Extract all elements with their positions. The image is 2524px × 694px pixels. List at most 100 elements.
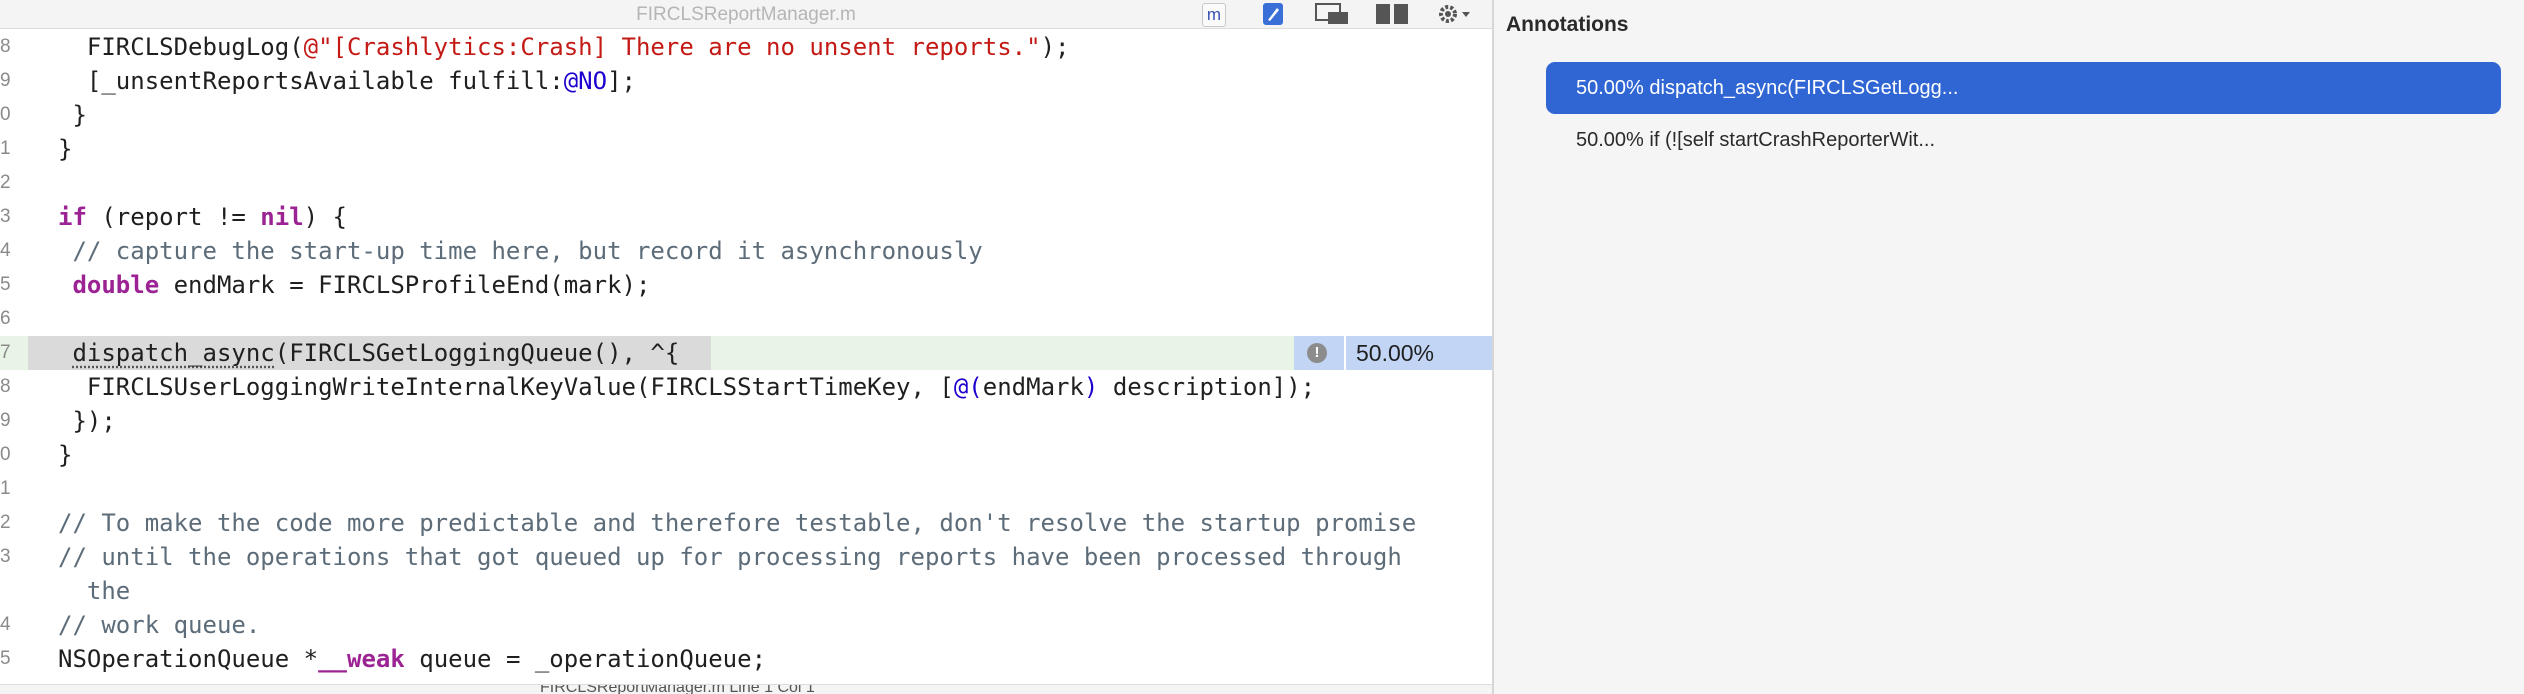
- line-number: 1: [0, 138, 11, 159]
- code-line[interactable]: 5 double endMark = FIRCLSProfileEnd(mark…: [0, 268, 1492, 302]
- line-number: 1: [0, 478, 11, 499]
- code-text: if (report != nil) {: [58, 200, 347, 234]
- line-number: 0: [0, 104, 11, 125]
- pip-window-icon[interactable]: [1314, 2, 1350, 26]
- code-token: // work queue.: [58, 611, 261, 639]
- code-token: ];: [607, 67, 636, 95]
- code-token: endMark = FIRCLSProfileEnd(mark);: [159, 271, 651, 299]
- code-text: }: [58, 132, 72, 166]
- annotation-item-label: 50.00% if (![self startCrashReporterWit.…: [1576, 129, 1936, 151]
- code-lines[interactable]: 8 FIRCLSDebugLog(@"[Crashlytics:Crash] T…: [0, 30, 1492, 676]
- code-text: FIRCLSDebugLog(@"[Crashlytics:Crash] The…: [58, 30, 1070, 64]
- code-token: [_unsentReportsAvailable fulfill:: [58, 67, 564, 95]
- annotation-item-label: 50.00% dispatch_async(FIRCLSGetLogg...: [1576, 77, 1959, 99]
- code-line[interactable]: 0}: [0, 438, 1492, 472]
- code-line[interactable]: 8 FIRCLSUserLoggingWriteInternalKeyValue…: [0, 370, 1492, 404]
- line-number: 7: [0, 342, 11, 363]
- code-text: // work queue.: [58, 608, 260, 642]
- code-line[interactable]: 0 }: [0, 98, 1492, 132]
- code-token: nil: [260, 203, 304, 231]
- line-number: 2: [0, 512, 11, 533]
- code-token: (FIRCLSGetLoggingQueue(), ^{: [274, 339, 680, 367]
- code-line[interactable]: 1: [0, 472, 1492, 506]
- code-token: // To make the code more predictable and…: [58, 509, 1417, 537]
- badge-separator: [1344, 336, 1346, 370]
- line-number: 4: [0, 240, 11, 261]
- line-number: 3: [0, 206, 11, 227]
- code-token: ): [1083, 373, 1099, 401]
- code-line[interactable]: 8 FIRCLSDebugLog(@"[Crashlytics:Crash] T…: [0, 30, 1492, 64]
- line-number: 8: [0, 36, 11, 57]
- code-text: FIRCLSUserLoggingWriteInternalKeyValue(F…: [58, 370, 1315, 404]
- code-token: __weak: [318, 645, 405, 673]
- code-token: @NO: [563, 67, 608, 95]
- code-token: );: [1040, 33, 1070, 61]
- doc-quill-icon[interactable]: [1262, 2, 1284, 26]
- line-number: 5: [0, 274, 11, 295]
- code-line[interactable]: 3 if (report != nil) {: [0, 200, 1492, 234]
- code-token: ) {: [303, 203, 348, 231]
- code-line-highlighted[interactable]: 7 dispatch_async(FIRCLSGetLoggingQueue()…: [0, 336, 1492, 370]
- m-file-icon[interactable]: m: [1202, 3, 1226, 27]
- code-text: }: [58, 438, 72, 472]
- code-line[interactable]: 4 // capture the start-up time here, but…: [0, 234, 1492, 268]
- code-text: dispatch_async(FIRCLSGetLoggingQueue(), …: [58, 336, 679, 370]
- code-token: FIRCLSDebugLog(: [58, 33, 304, 61]
- code-text: // To make the code more predictable and…: [58, 506, 1416, 540]
- code-text: // until the operations that got queued …: [58, 540, 1402, 608]
- line-number: 2: [0, 172, 11, 193]
- code-text: [_unsentReportsAvailable fulfill:@NO];: [58, 64, 636, 98]
- code-token: endMark: [982, 373, 1084, 401]
- code-token: @(: [953, 373, 983, 401]
- code-line[interactable]: 9 [_unsentReportsAvailable fulfill:@NO];: [0, 64, 1492, 98]
- code-token: });: [58, 407, 116, 435]
- code-token: }: [58, 135, 73, 163]
- code-token: }: [58, 441, 73, 469]
- annotation-item[interactable]: 50.00% dispatch_async(FIRCLSGetLogg...: [1546, 62, 2501, 114]
- code-line[interactable]: 2 // To make the code more predictable an…: [0, 506, 1492, 540]
- line-number: 5: [0, 648, 11, 669]
- code-line[interactable]: 9 });: [0, 404, 1492, 438]
- code-text: NSOperationQueue *__weak queue = _operat…: [58, 642, 766, 676]
- code-token: FIRCLSUserLoggingWriteInternalKeyValue(F…: [58, 373, 954, 401]
- code-line[interactable]: 6: [0, 302, 1492, 336]
- code-editor[interactable]: FIRCLSReportManager.m m 8 FIRCLSDebugLog…: [0, 0, 1492, 694]
- line-number: 9: [0, 410, 11, 431]
- code-text: double endMark = FIRCLSProfileEnd(mark);: [58, 268, 650, 302]
- code-line[interactable]: 2: [0, 166, 1492, 200]
- code-token: if: [58, 203, 87, 231]
- code-token: @"[Crashlytics:Crash] There are no unsen…: [303, 33, 1041, 61]
- annotations-panel: Annotations 50.00% dispatch_async(FIRCLS…: [1494, 0, 2524, 694]
- warning-icon: !: [1307, 343, 1327, 363]
- line-number: 0: [0, 444, 11, 465]
- line-number: 8: [0, 376, 11, 397]
- code-token: description]);: [1098, 373, 1316, 401]
- code-line[interactable]: 4 // work queue.: [0, 608, 1492, 642]
- line-number: 9: [0, 70, 11, 91]
- m-file-label: m: [1206, 5, 1222, 24]
- sample-percent: 50.00%: [1356, 340, 1435, 366]
- code-token: NSOperationQueue *: [58, 645, 319, 673]
- code-token: }: [58, 101, 87, 129]
- code-token: // capture the start-up time here, but r…: [58, 237, 983, 265]
- line-number: 3: [0, 546, 11, 567]
- line-number: 6: [0, 308, 11, 329]
- status-text: FIRCLSReportManager.m Line 1 Col 1: [540, 684, 815, 694]
- annotations-title: Annotations: [1506, 13, 1629, 36]
- code-token: double: [72, 271, 160, 299]
- code-token: dispatch_async: [72, 339, 275, 367]
- code-token: (report !=: [86, 203, 261, 231]
- gear-icon[interactable]: [1434, 2, 1474, 26]
- line-number: 4: [0, 614, 11, 635]
- code-line[interactable]: 3 // until the operations that got queued…: [0, 540, 1492, 608]
- code-token: // until the operations that got queued …: [58, 543, 1402, 605]
- code-line[interactable]: 1}: [0, 132, 1492, 166]
- code-line[interactable]: 5 NSOperationQueue *__weak queue = _opera…: [0, 642, 1492, 676]
- code-text: }: [58, 98, 87, 132]
- editor-title-bar: FIRCLSReportManager.m m: [0, 0, 1492, 29]
- annotation-item[interactable]: 50.00% if (![self startCrashReporterWit.…: [1546, 114, 2501, 166]
- editor-status-bar: FIRCLSReportManager.m Line 1 Col 1: [0, 684, 1492, 694]
- split-view-icon[interactable]: [1374, 2, 1410, 26]
